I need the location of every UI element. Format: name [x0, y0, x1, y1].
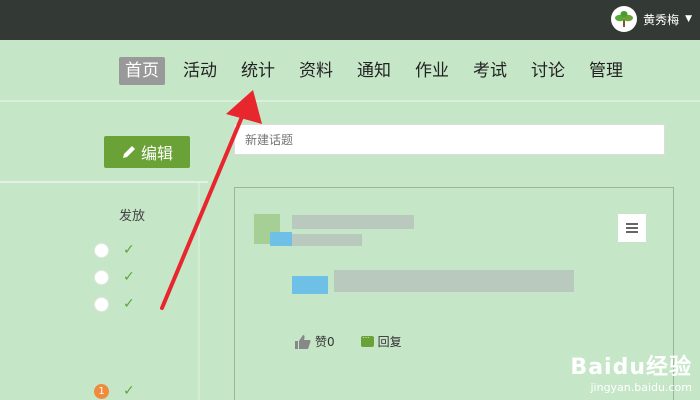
- list-item: ✓: [94, 242, 135, 258]
- user-menu[interactable]: 黄秀梅 ▼: [611, 6, 692, 32]
- watermark-url: jingyan.baidu.com: [590, 381, 692, 394]
- nav-manage[interactable]: 管理: [583, 57, 629, 85]
- nav-exam[interactable]: 考试: [467, 57, 513, 85]
- divider: [198, 183, 200, 400]
- new-topic-input[interactable]: [234, 124, 665, 155]
- plant-icon: [615, 11, 634, 27]
- list-item: 1 ✓: [94, 383, 135, 399]
- watermark: Baidu经验 jingyan.baidu.com: [570, 349, 692, 394]
- blurred-avatar: [270, 232, 292, 246]
- divider: [0, 181, 208, 183]
- nav-notice[interactable]: 通知: [351, 57, 397, 85]
- check-icon: ✓: [123, 383, 135, 399]
- post-actions: 赞0 回复: [295, 333, 402, 350]
- blurred-text: [334, 270, 574, 292]
- blurred-emoji: [292, 276, 328, 294]
- list-item: ✓: [94, 296, 135, 312]
- check-icon: ✓: [123, 242, 135, 258]
- list-item: ✓: [94, 269, 135, 285]
- watermark-logo: Baidu经验: [570, 355, 692, 380]
- reply-button[interactable]: 回复: [360, 333, 402, 350]
- nav-homework[interactable]: 作业: [409, 57, 455, 85]
- like-button[interactable]: 赞0: [295, 333, 335, 350]
- menu-icon[interactable]: [618, 214, 646, 242]
- edit-button[interactable]: 编辑: [104, 136, 190, 168]
- reply-label: 回复: [377, 335, 402, 349]
- blurred-text: [292, 234, 362, 246]
- avatar[interactable]: [611, 6, 638, 32]
- chevron-down-icon[interactable]: ▼: [685, 14, 692, 24]
- user-name[interactable]: 黄秀梅: [643, 11, 679, 28]
- radio-button[interactable]: [94, 269, 109, 285]
- main-nav: 首页 活动 统计 资料 通知 作业 考试 讨论 管理: [0, 40, 700, 102]
- nav-activity[interactable]: 活动: [177, 57, 223, 85]
- nav-materials[interactable]: 资料: [293, 57, 339, 85]
- radio-button[interactable]: [94, 296, 109, 312]
- blurred-text: [292, 215, 414, 229]
- nav-home[interactable]: 首页: [119, 57, 165, 85]
- column-header: 发放: [119, 209, 146, 224]
- top-bar: 黄秀梅 ▼: [0, 0, 700, 40]
- edit-button-label: 编辑: [140, 144, 173, 163]
- nav-discussion[interactable]: 讨论: [525, 57, 571, 85]
- nav-statistics[interactable]: 统计: [235, 57, 281, 85]
- check-icon: ✓: [123, 296, 135, 312]
- radio-button[interactable]: [94, 242, 109, 258]
- like-label: 赞0: [315, 335, 335, 349]
- pencil-icon: [122, 146, 135, 158]
- thumbs-up-icon: [295, 334, 311, 349]
- count-badge: 1: [94, 383, 109, 399]
- comment-icon: [360, 334, 374, 347]
- check-icon: ✓: [123, 269, 135, 285]
